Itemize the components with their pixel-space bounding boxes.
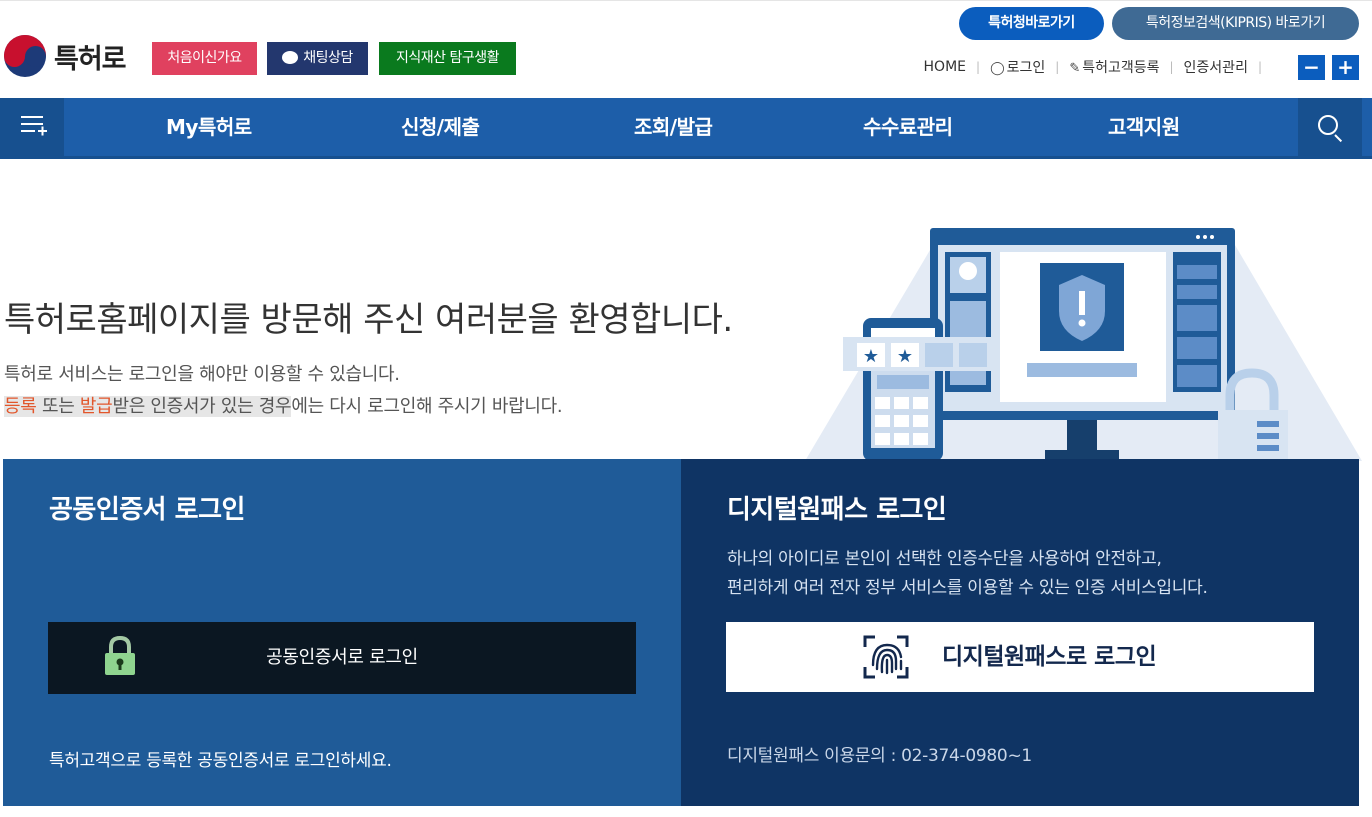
or-word: 또는 (36, 396, 80, 417)
main-nav: My특허로 신청/제출 조회/발급 수수료관리 고객지원 (0, 98, 1372, 159)
nav-customer-support[interactable]: 고객지원 (1108, 98, 1180, 156)
joint-cert-login-label: 공동인증서로 로그인 (266, 647, 418, 668)
search-icon (1318, 115, 1338, 135)
brand-name: 특허로 (54, 43, 127, 75)
svg-text:★: ★ (897, 346, 913, 367)
chat-bubble-icon (282, 51, 299, 64)
divider: | (1169, 60, 1174, 74)
joint-cert-login-button[interactable]: 공동인증서로 로그인 (48, 622, 636, 694)
chat-consult-button[interactable]: 채팅상담 (267, 42, 368, 75)
cert-phrase: 받은 인증서가 있는 경우 (112, 396, 292, 417)
digital-onepass-description: 하나의 아이디로 본인이 선택한 인증수단을 사용하여 안전하고, 편리하게 여… (727, 545, 1208, 603)
first-visit-button[interactable]: 처음이신가요 (152, 42, 257, 75)
fingerprint-icon (863, 635, 909, 679)
digital-onepass-desc-line2: 편리하게 여러 전자 정부 서비스를 이용할 수 있는 인증 서비스입니다. (727, 578, 1208, 598)
login-required-text: 특허로 서비스는 로그인을 해야만 이용할 수 있습니다. (4, 364, 400, 385)
relogin-notice-text: 등록 또는 발급받은 인증서가 있는 경우에는 다시 로그인해 주시기 바랍니다… (4, 392, 563, 418)
digital-onepass-login-panel: 디지털원패스 로그인 하나의 아이디로 본인이 선택한 인증수단을 사용하여 안… (681, 459, 1359, 806)
login-link-label: 로그인 (1006, 60, 1046, 76)
zoom-in-button[interactable]: + (1332, 55, 1359, 80)
utility-links: HOME | ◯ 로그인 | ✎ 특허고객등록 | 인증서관리 | (924, 57, 1272, 77)
search-icon-handle (1334, 134, 1343, 143)
divider: | (1257, 60, 1262, 74)
search-button[interactable] (1298, 98, 1362, 156)
ip-life-button[interactable]: 지식재산 탐구생활 (379, 42, 516, 75)
site-header: 특허로 처음이신가요 채팅상담 지식재산 탐구생활 특허청바로가기 특허정보검색… (0, 0, 1372, 98)
welcome-title: 특허로홈페이지를 방문해 주신 여러분을 환영합니다. (4, 300, 733, 340)
joint-cert-login-title: 공동인증서 로그인 (49, 495, 245, 525)
taegeuk-emblem-icon (4, 35, 46, 77)
kipris-link-button[interactable]: 특허정보검색(KIPRIS) 바로가기 (1112, 7, 1359, 40)
zoom-out-button[interactable]: − (1298, 55, 1325, 80)
nav-inquiry-issue[interactable]: 조회/발급 (634, 98, 713, 156)
nav-fee-management[interactable]: 수수료관리 (863, 98, 953, 156)
joint-cert-login-panel: 공동인증서 로그인 공동인증서로 로그인 특허고객으로 등록한 공동인증서로 로… (3, 459, 681, 806)
register-word: 등록 (4, 396, 37, 417)
digital-onepass-login-label: 디지털원패스로 로그인 (942, 644, 1157, 670)
menu-plus-icon (21, 116, 47, 136)
svg-text:★: ★ (863, 346, 879, 367)
joint-cert-note: 특허고객으로 등록한 공동인증서로 로그인하세요. (49, 751, 392, 771)
digital-onepass-desc-line1: 하나의 아이디로 본인이 선택한 인증수단을 사용하여 안전하고, (727, 549, 1162, 569)
kipo-link-button[interactable]: 특허청바로가기 (959, 7, 1104, 40)
padlock-icon (105, 636, 135, 675)
relogin-tail: 에는 다시 로그인해 주시기 바랍니다. (291, 396, 563, 417)
digital-onepass-login-title: 디지털원패스 로그인 (727, 495, 947, 525)
digital-onepass-contact: 디지털원패스 이용문의 : 02-374-0980~1 (727, 746, 1032, 766)
login-link[interactable]: ◯ 로그인 (990, 57, 1045, 77)
register-link[interactable]: ✎ 특허고객등록 (1069, 57, 1159, 77)
issue-word: 발급 (79, 396, 113, 417)
logo[interactable]: 특허로 (4, 35, 127, 77)
all-menu-button[interactable] (0, 98, 64, 156)
digital-onepass-login-button[interactable]: 디지털원패스로 로그인 (726, 622, 1314, 692)
pencil-icon: ✎ (1069, 61, 1081, 76)
cert-manage-link[interactable]: 인증서관리 (1184, 57, 1248, 77)
register-link-label: 특허고객등록 (1082, 60, 1160, 76)
security-illustration: ★ ★ (805, 228, 1362, 461)
divider: | (1055, 60, 1060, 74)
divider: | (976, 60, 981, 74)
highlighted-phrase: 등록 또는 발급받은 인증서가 있는 경우 (4, 396, 292, 417)
home-link[interactable]: HOME (924, 59, 966, 75)
nav-apply-submit[interactable]: 신청/제출 (401, 98, 480, 156)
nav-my-patentro[interactable]: My특허로 (166, 98, 252, 156)
user-icon: ◯ (990, 61, 1005, 76)
chat-consult-label: 채팅상담 (303, 50, 353, 66)
